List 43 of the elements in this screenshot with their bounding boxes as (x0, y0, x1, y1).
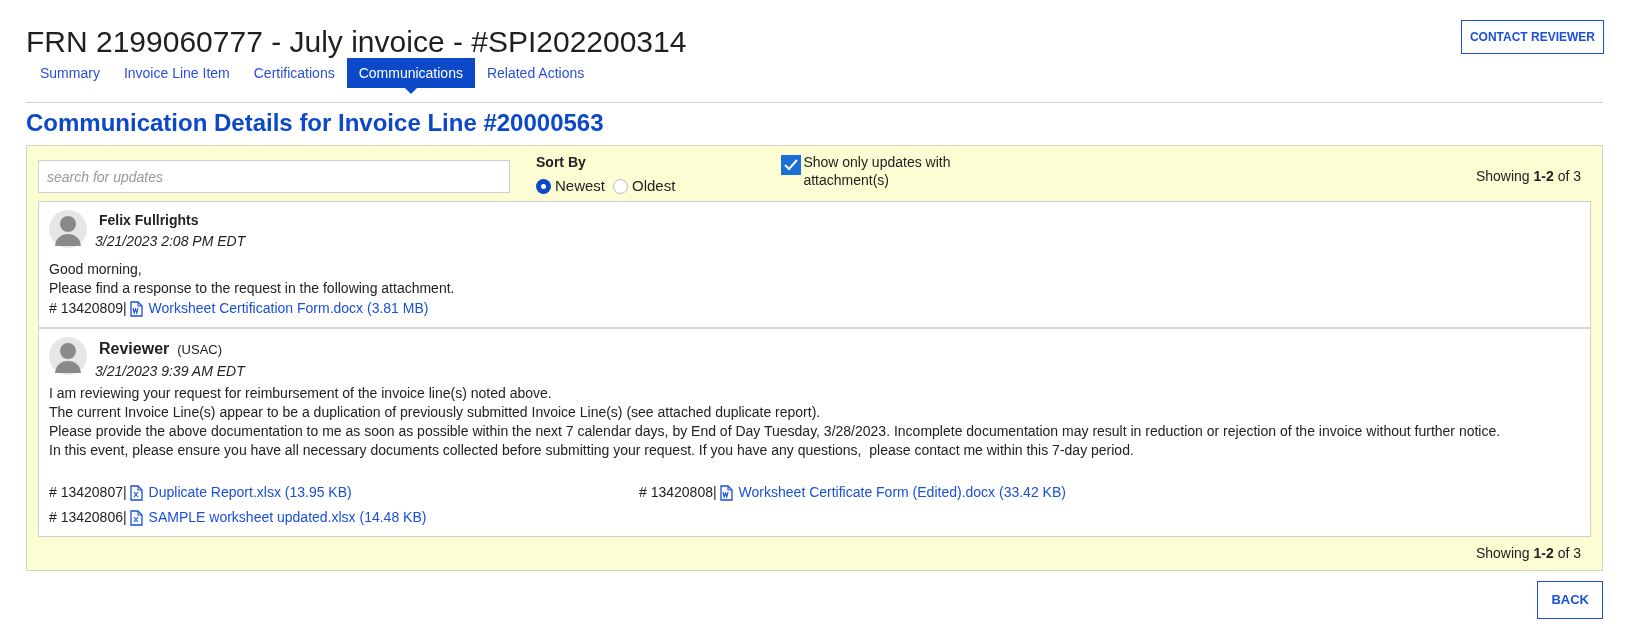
search-field[interactable]: search for updates (38, 160, 510, 193)
message-date: 3/21/2023 2:08 PM EDT (95, 232, 246, 251)
spreadsheet-file-icon (129, 484, 143, 501)
avatar-icon (49, 210, 87, 248)
message-date: 3/21/2023 9:39 AM EDT (95, 362, 245, 381)
contact-reviewer-button[interactable]: CONTACT REVIEWER (1460, 20, 1604, 54)
tab[interactable]: Certifications (241, 58, 347, 88)
attachments-checkbox-label: Show only updates with attachment(s) (803, 153, 952, 189)
attachment-number: # 13420809| (49, 299, 127, 318)
message-text: Please provide the above documentation to me as soon as possible within the next 7 calendar days, by End of Day Tuesday, 3/28/2023. Incomplete documentation may result in reduction or rejection of the invoice without further notice. (49, 422, 1502, 441)
author-name: Reviewer (99, 339, 170, 359)
word-file-icon (719, 484, 733, 501)
message-text: The current Invoice Line(s) appear to be a duplication of previously submitted Invoice Line(s) (see attached duplicate report). (49, 403, 822, 422)
attachment-number: # 13420807| (49, 483, 127, 502)
attachment-link[interactable]: SAMPLE worksheet updated.xlsx (14.48 KB) (148, 507, 427, 528)
attachment-number: # 13420806| (49, 508, 127, 527)
word-file-icon (129, 300, 143, 317)
sort-radio[interactable]: Newest (536, 175, 606, 198)
attachments-checkbox[interactable] (781, 155, 802, 175)
tab[interactable]: Related Actions (474, 58, 597, 88)
sort-label: Sort By (536, 153, 587, 171)
tab[interactable]: Invoice Line Item (111, 58, 242, 88)
section-heading: Communication Details for Invoice Line #20000563 (25, 108, 605, 138)
spreadsheet-file-icon (129, 509, 143, 526)
tab[interactable]: Communications (346, 58, 475, 88)
result-count: Showing 1-2 of 3 (1475, 544, 1581, 563)
back-button[interactable]: BACK (1537, 581, 1603, 619)
attachment-number: # 13420808| (639, 483, 717, 502)
tab-pointer-icon (404, 88, 417, 94)
avatar-icon (49, 337, 87, 375)
message-text: Please find a response to the request in the following attachment. (49, 279, 456, 298)
page-title: FRN 2199060777 - July invoice - #SPI202200314 (26, 24, 687, 60)
message-text: In this event, please ensure you have all necessary documents collected before submitting your request. If you have any questions, please contact me within this 7-day period. (49, 441, 1135, 460)
attachment-link[interactable]: Worksheet Certificate Form (Edited).docx (33.42 KB) (738, 482, 1066, 503)
message-text: I am reviewing your request for reimbursement of the invoice line(s) noted above. (49, 384, 553, 403)
author-name: Felix Fullrights (99, 211, 199, 230)
result-count: Showing 1-2 of 3 (1475, 167, 1581, 186)
author-organization: (USAC) (177, 341, 223, 359)
sort-radio[interactable]: Oldest (613, 175, 676, 198)
message-text: Good morning, (49, 260, 143, 279)
tab[interactable]: Summary (28, 58, 112, 88)
attachment-link[interactable]: Worksheet Certification Form.docx (3.81 MB) (148, 298, 429, 319)
attachment-link[interactable]: Duplicate Report.xlsx (13.95 KB) (148, 482, 352, 503)
